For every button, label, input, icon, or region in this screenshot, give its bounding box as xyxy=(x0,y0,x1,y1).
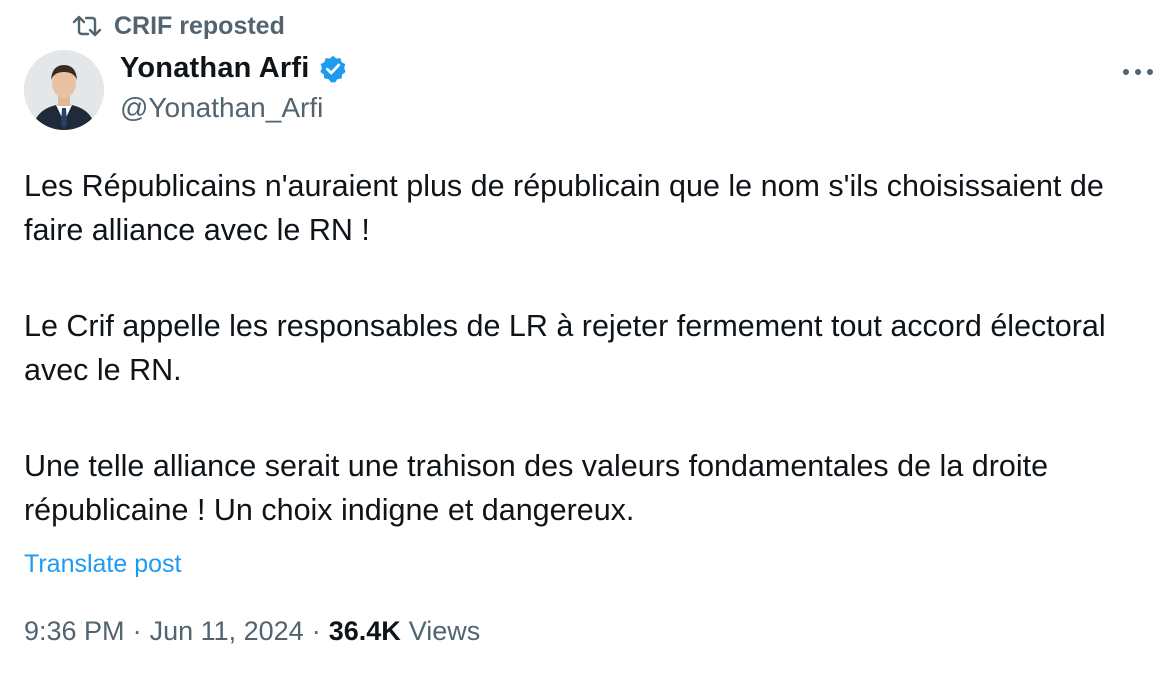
author-display-name[interactable]: Yonathan Arfi xyxy=(120,52,310,85)
author-handle[interactable]: @Yonathan_Arfi xyxy=(120,92,323,124)
avatar[interactable] xyxy=(24,50,104,130)
tweet-date[interactable]: Jun 11, 2024 xyxy=(150,616,304,647)
verified-badge-icon[interactable] xyxy=(318,54,348,84)
tweet-text: Les Républicains n'auraient plus de répu… xyxy=(24,164,1144,532)
more-options-button[interactable] xyxy=(1118,58,1158,86)
views-count: 36.4K xyxy=(328,616,401,646)
repost-label: CRIF reposted xyxy=(114,11,285,40)
views-label: Views xyxy=(408,616,481,646)
author-name-row[interactable]: Yonathan Arfi xyxy=(120,52,348,85)
separator-dot: · xyxy=(311,616,321,646)
tweet-metadata: 9:36 PM · Jun 11, 2024 · 36.4K Views xyxy=(24,616,480,647)
tweet-paragraph: Les Républicains n'auraient plus de répu… xyxy=(24,169,1104,247)
repost-icon xyxy=(72,14,102,38)
separator-dot: · xyxy=(132,616,142,646)
repost-indicator[interactable]: CRIF reposted xyxy=(72,10,285,42)
tweet-paragraph: Une telle alliance serait une trahison d… xyxy=(24,449,1049,527)
more-options-icon xyxy=(1121,67,1155,77)
tweet-paragraph: Le Crif appelle les responsables de LR à… xyxy=(24,309,1106,387)
tweet-time[interactable]: 9:36 PM xyxy=(24,616,125,647)
translate-post-link[interactable]: Translate post xyxy=(24,550,181,579)
